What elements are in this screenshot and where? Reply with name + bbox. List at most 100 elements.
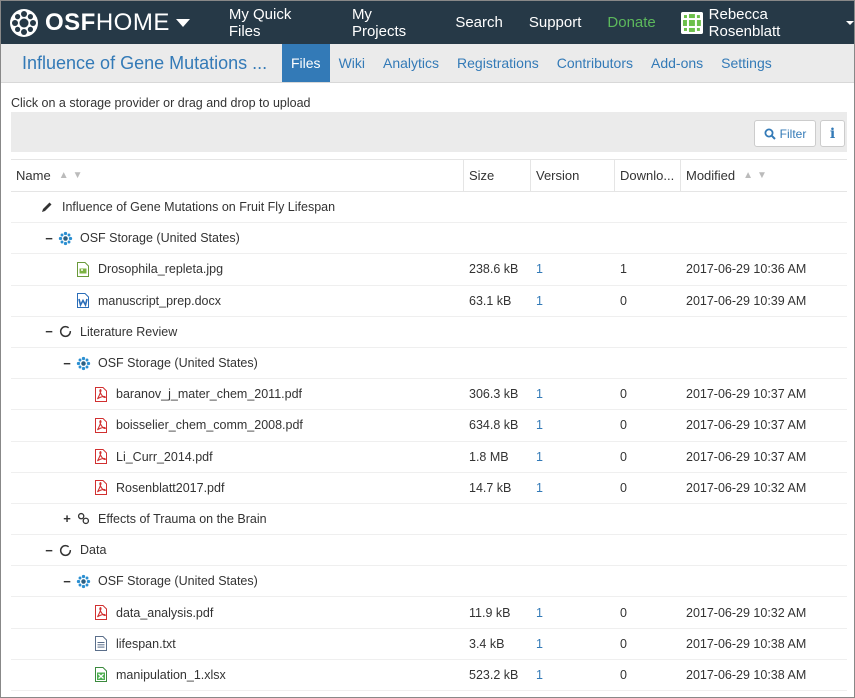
version-cell[interactable]: 1 <box>531 254 615 284</box>
version-cell[interactable]: 1 <box>531 629 615 659</box>
brand-caret-icon[interactable] <box>175 18 190 27</box>
brand-name: OSFHOME <box>45 8 170 36</box>
version-cell[interactable]: 1 <box>531 597 615 627</box>
user-menu[interactable]: Rebecca Rosenblatt <box>680 6 854 40</box>
nav-search[interactable]: Search <box>442 1 516 44</box>
folder-row[interactable]: − Literature Review <box>11 317 847 348</box>
sort-desc-icon[interactable]: ▼ <box>73 170 83 181</box>
file-row[interactable]: Drosophila_repleta.jpg 238.6 kB 1 1 2017-06-… <box>11 254 847 286</box>
folder-row[interactable]: − OSF Storage (United States) <box>11 348 847 380</box>
file-row[interactable]: Li_Curr_2014.pdf 1.8 MB 1 0 2017-06-29 10:37… <box>11 442 847 473</box>
downloads-cell: 0 <box>620 667 627 682</box>
collapse-icon[interactable]: − <box>43 543 55 558</box>
expand-icon[interactable]: + <box>61 511 73 526</box>
text-file-icon <box>93 636 109 652</box>
tab-wiki[interactable]: Wiki <box>330 44 374 82</box>
collapse-icon[interactable]: − <box>61 356 73 371</box>
modified-cell <box>681 566 847 596</box>
folder-row[interactable]: + Effects of Trauma on the Brain <box>11 504 847 536</box>
tab-add-ons[interactable]: Add-ons <box>642 44 712 82</box>
downloads-cell: 0 <box>620 387 627 402</box>
item-name[interactable]: baranov_j_mater_chem_2011.pdf <box>116 387 302 401</box>
folder-row[interactable]: − OSF Storage (United States) <box>11 223 847 255</box>
name-cell: − Literature Review <box>11 317 464 347</box>
column-header-name[interactable]: Name ▲ ▼ <box>11 160 464 191</box>
tab-settings[interactable]: Settings <box>712 44 781 82</box>
info-button[interactable]: i <box>820 120 845 147</box>
file-row[interactable]: manipulation_1.xlsx 523.2 kB 1 0 2017-06-29 … <box>11 660 847 691</box>
size-cell: 63.1 kB <box>469 293 512 308</box>
size-cell <box>464 348 531 378</box>
item-name[interactable]: Influence of Gene Mutations on Fruit Fly… <box>62 200 335 214</box>
tab-contributors[interactable]: Contributors <box>548 44 642 82</box>
item-name[interactable]: manipulation_1.xlsx <box>116 668 226 682</box>
version-cell <box>531 566 615 596</box>
name-cell: + Effects of Trauma on the Brain <box>11 504 464 534</box>
downloads-cell <box>615 504 681 534</box>
version-cell[interactable]: 1 <box>531 442 615 472</box>
sort-asc-icon[interactable]: ▲ <box>743 170 753 181</box>
name-cell: manipulation_1.xlsx <box>11 660 464 690</box>
item-name[interactable]: data_analysis.pdf <box>116 606 213 620</box>
item-name[interactable]: boisselier_chem_comm_2008.pdf <box>116 418 303 432</box>
file-row[interactable]: lifespan.txt 3.4 kB 1 0 2017-06-29 10:38 AM <box>11 629 847 660</box>
nav-support[interactable]: Support <box>516 1 595 44</box>
downloads-cell <box>615 535 681 565</box>
item-name[interactable]: Literature Review <box>80 325 177 339</box>
column-header-size: Size <box>464 160 531 191</box>
item-name[interactable]: Li_Curr_2014.pdf <box>116 450 213 464</box>
item-name[interactable]: OSF Storage (United States) <box>80 231 240 245</box>
search-icon <box>764 128 776 140</box>
folder-row[interactable]: Influence of Gene Mutations on Fruit Fly… <box>11 192 847 224</box>
item-name[interactable]: Rosenblatt2017.pdf <box>116 481 224 495</box>
name-cell: − OSF Storage (United States) <box>11 348 464 378</box>
item-name[interactable]: manuscript_prep.docx <box>98 294 221 308</box>
version-cell[interactable]: 1 <box>531 410 615 440</box>
file-row[interactable]: Rosenblatt2017.pdf 14.7 kB 1 0 2017-06-29 10… <box>11 473 847 504</box>
file-row[interactable]: manuscript_prep.docx 63.1 kB 1 0 2017-06-29 … <box>11 286 847 317</box>
osf-home-brand[interactable]: OSFHOME <box>1 8 190 38</box>
name-cell: Drosophila_repleta.jpg <box>11 254 464 284</box>
downloads-cell: 0 <box>620 449 627 464</box>
item-name[interactable]: Effects of Trauma on the Brain <box>98 512 267 526</box>
nav-donate[interactable]: Donate <box>594 1 668 44</box>
folder-row[interactable]: − Data <box>11 535 847 567</box>
folder-row[interactable]: − OSF Storage (United States) <box>11 566 847 598</box>
collapse-icon[interactable]: − <box>61 574 73 589</box>
downloads-cell: 0 <box>620 605 627 620</box>
version-cell <box>531 504 615 534</box>
nav-my-quick-files[interactable]: My Quick Files <box>216 1 339 44</box>
upload-hint: Click on a storage provider or drag and … <box>11 96 311 110</box>
column-header-modified[interactable]: Modified ▲ ▼ <box>681 160 847 191</box>
item-name[interactable]: lifespan.txt <box>116 637 176 651</box>
collapse-icon[interactable]: − <box>43 324 55 339</box>
sort-desc-icon[interactable]: ▼ <box>757 170 767 181</box>
item-name[interactable]: Data <box>80 543 106 557</box>
version-cell[interactable]: 1 <box>531 473 615 503</box>
item-name[interactable]: OSF Storage (United States) <box>98 574 258 588</box>
sort-asc-icon[interactable]: ▲ <box>59 170 69 181</box>
file-row[interactable]: baranov_j_mater_chem_2011.pdf 306.3 kB 1 0 2… <box>11 379 847 411</box>
modified-cell <box>681 223 847 253</box>
pdf-file-icon <box>93 386 109 402</box>
tab-analytics[interactable]: Analytics <box>374 44 448 82</box>
modified-cell: 2017-06-29 10:38 AM <box>686 667 807 682</box>
project-title[interactable]: Influence of Gene Mutations ... <box>1 44 282 82</box>
nav-my-projects[interactable]: My Projects <box>339 1 442 44</box>
modified-cell <box>681 504 847 534</box>
version-cell[interactable]: 1 <box>531 660 615 690</box>
item-name[interactable]: OSF Storage (United States) <box>98 356 258 370</box>
tab-registrations[interactable]: Registrations <box>448 44 548 82</box>
collapse-icon[interactable]: − <box>43 231 55 246</box>
modified-cell: 2017-06-29 10:37 AM <box>686 418 807 433</box>
size-cell: 306.3 kB <box>469 387 519 402</box>
file-row[interactable]: boisselier_chem_comm_2008.pdf 634.8 kB 1 0 2… <box>11 410 847 442</box>
file-row[interactable]: data_analysis.pdf 11.9 kB 1 0 2017-06-29 10:… <box>11 597 847 629</box>
item-name[interactable]: Drosophila_repleta.jpg <box>98 262 223 276</box>
version-cell[interactable]: 1 <box>531 286 615 316</box>
tab-files[interactable]: Files <box>282 44 330 82</box>
size-cell <box>464 535 531 565</box>
filter-button[interactable]: Filter <box>754 120 816 147</box>
size-cell <box>464 223 531 253</box>
version-cell[interactable]: 1 <box>531 379 615 409</box>
